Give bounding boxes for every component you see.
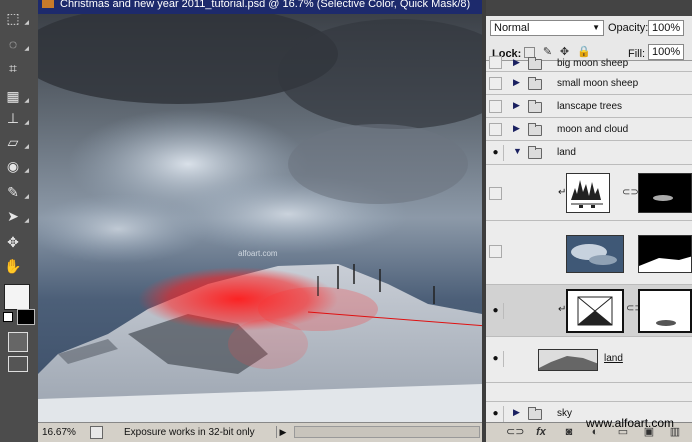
add-mask-icon[interactable]: ◙ [562, 425, 576, 439]
eraser-icon[interactable]: ▱ ◢ [3, 132, 29, 152]
folder-icon [528, 100, 542, 113]
blend-mode-select[interactable]: Normal ▼ [490, 20, 604, 36]
layer-name: moon and cloud [557, 124, 629, 135]
opacity-label: Opacity: [608, 22, 649, 34]
healing-icon[interactable]: ▦ ◢ [3, 86, 29, 106]
site-watermark: www.alfoart.com [586, 416, 675, 430]
clouds-thumbnail-image [571, 244, 617, 265]
visibility-toggle[interactable] [489, 187, 502, 200]
layer-thumbnail[interactable] [566, 235, 624, 273]
visibility-toggle[interactable] [489, 100, 502, 113]
screen-mode-icon[interactable] [8, 356, 28, 372]
selective-color-adjustment-icon [566, 289, 624, 333]
eye-icon[interactable]: ● [488, 145, 504, 161]
status-info-icon[interactable] [90, 426, 103, 439]
folder-icon [528, 146, 542, 159]
pen-icon[interactable]: ✎ ◢ [3, 182, 29, 202]
document-title-bar[interactable]: Christmas and new year 2011_tutorial.psd… [38, 0, 482, 14]
layer-row-selected[interactable]: ● ↵ ⊂⊃ [486, 285, 692, 337]
chevron-down-icon: ▼ [592, 23, 600, 32]
layer-row[interactable]: ▶ small moon sheep [486, 72, 692, 95]
tools-panel: ⬚ ◢ ◌ ◢ ⌗ ▦ ◢ ⊥ ◢ ▱ ◢ ◉ ◢ ✎ ◢ ➤ ◢ ✥ ✋ [0, 0, 39, 442]
folder-icon [528, 407, 542, 420]
land-thumbnail-image [539, 356, 597, 370]
quick-mask-icon[interactable] [8, 332, 28, 352]
horizontal-scrollbar[interactable] [294, 426, 480, 438]
status-text: Exposure works in 32-bit only [124, 427, 255, 438]
document-title: Christmas and new year 2011_tutorial.psd… [60, 0, 471, 10]
layer-row[interactable]: ▶ big moon sheep [486, 55, 692, 72]
document-window: Christmas and new year 2011_tutorial.psd… [38, 0, 482, 442]
expand-arrow-icon[interactable]: ▶ [513, 123, 520, 134]
image-canvas[interactable]: alfoart.com [38, 14, 482, 422]
canvas-image: alfoart.com [38, 14, 482, 422]
folder-icon [528, 123, 542, 136]
folder-icon [528, 77, 542, 90]
layer-mask-thumbnail[interactable] [638, 235, 692, 273]
status-bar: 16.67% Exposure works in 32-bit only ▶ [38, 422, 482, 442]
layer-mask-thumbnail[interactable] [638, 289, 692, 333]
layer-row[interactable] [486, 221, 692, 285]
visibility-toggle[interactable] [489, 123, 502, 136]
collapse-arrow-icon[interactable]: ▼ [513, 146, 522, 156]
zoom-level[interactable]: 16.67% [42, 427, 76, 438]
document-icon [42, 0, 54, 8]
histogram-icon [571, 180, 603, 208]
layer-name: small moon sheep [557, 78, 639, 89]
expand-arrow-icon[interactable]: ▶ [513, 57, 520, 68]
layer-row[interactable]: ● land [486, 337, 692, 383]
layer-name: land [557, 147, 576, 158]
stamp-icon[interactable]: ⊥ ◢ [3, 108, 29, 128]
layer-thumbnail[interactable] [538, 349, 598, 371]
fx-icon[interactable]: fx [534, 425, 548, 439]
quick-mask-selection [228, 319, 308, 369]
mask-thumbnail-image [656, 320, 676, 326]
layer-name: sky [557, 408, 572, 419]
eye-icon[interactable]: ● [488, 351, 504, 367]
expand-arrow-icon[interactable]: ▶ [513, 77, 520, 88]
panel-tab-strip [486, 0, 692, 16]
opacity-input[interactable]: 100% [648, 20, 684, 36]
layers-list: ▶ big moon sheep ▶ small moon sheep ▶ la… [486, 56, 692, 425]
canvas-watermark: alfoart.com [238, 249, 278, 258]
visibility-toggle[interactable] [489, 245, 502, 258]
marquee-icon[interactable]: ⬚ ◢ [3, 8, 29, 28]
visibility-toggle[interactable] [489, 56, 502, 69]
layer-name: big moon sheep [557, 58, 629, 69]
layer-mask-thumbnail[interactable] [638, 173, 692, 213]
status-menu-arrow-icon[interactable]: ▶ [276, 426, 289, 438]
hand-icon[interactable]: ✋ [3, 256, 23, 276]
expand-arrow-icon[interactable]: ▶ [513, 100, 520, 111]
link-layers-icon[interactable]: ⊂⊃ [506, 425, 524, 439]
folder-icon [528, 57, 542, 70]
eye-icon[interactable]: ● [488, 406, 504, 422]
selective-color-glyph [577, 296, 613, 326]
link-icon[interactable]: ⊂⊃ [622, 187, 639, 198]
expand-arrow-icon[interactable]: ▶ [513, 407, 520, 418]
layer-row[interactable]: ● ▼ land [486, 141, 692, 165]
path-select-icon[interactable]: ➤ ◢ [3, 206, 29, 226]
background-color-swatch[interactable] [4, 284, 30, 310]
default-colors-icon[interactable] [3, 312, 13, 322]
dark-cloud [288, 124, 468, 204]
levels-adjustment-icon [566, 173, 610, 213]
layer-row[interactable]: ▶ lanscape trees [486, 95, 692, 118]
visibility-toggle[interactable] [489, 77, 502, 90]
blend-mode-value: Normal [494, 22, 530, 34]
layers-panel: Normal ▼ Opacity: 100% Lock: ✎ ✥ 🔒 Fill:… [486, 0, 692, 442]
mask-thumbnail-image [639, 256, 691, 272]
eye-icon[interactable]: ● [488, 303, 504, 319]
foreground-color-swatch[interactable] [17, 309, 35, 325]
layer-row[interactable]: ↵ ⊂⊃ [486, 165, 692, 221]
mask-thumbnail-image [653, 195, 673, 201]
move-icon[interactable]: ✥ [3, 232, 23, 252]
layer-row[interactable]: ▶ moon and cloud [486, 118, 692, 141]
layer-name: lanscape trees [557, 101, 623, 112]
crop-icon[interactable]: ⌗ [3, 58, 23, 78]
lasso-icon[interactable]: ◌ ◢ [3, 34, 29, 54]
layer-name: land [604, 353, 623, 364]
blur-icon[interactable]: ◉ ◢ [3, 156, 29, 176]
